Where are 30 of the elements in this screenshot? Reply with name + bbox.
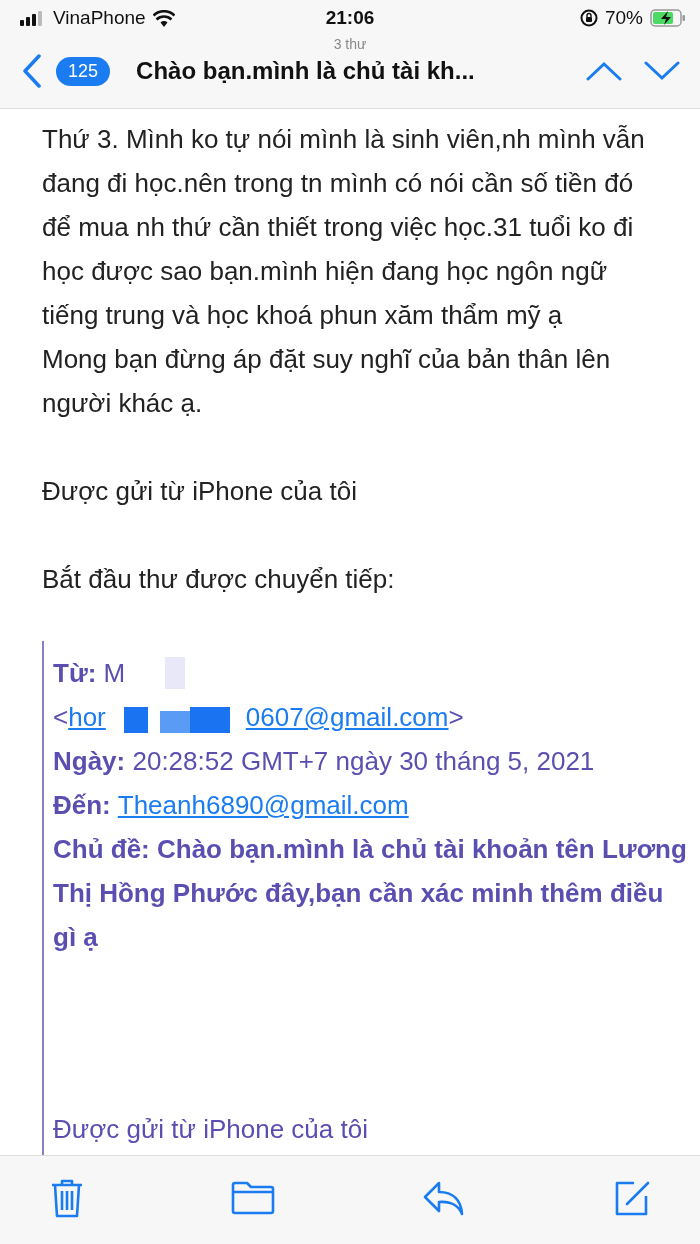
battery-charging-icon	[650, 9, 686, 27]
from-label: Từ:	[53, 657, 97, 690]
sender-email-link[interactable]: 0607@gmail.com	[245, 695, 449, 739]
clock-time: 21:06	[324, 7, 376, 29]
message-text: Mong bạn đừng áp đặt suy nghĩ của bản thân lên người khác ạ.	[42, 343, 612, 420]
bracket-text: <	[53, 701, 69, 734]
signature-text: Được gửi từ iPhone của tôi	[53, 1113, 369, 1146]
folder-icon[interactable]	[231, 1181, 276, 1215]
message-text: Bắt đầu thư được chuyển tiếp:	[42, 563, 396, 596]
rotation-lock-icon	[579, 9, 598, 27]
sender-name: M	[103, 657, 126, 690]
battery-percent: 70%	[604, 7, 643, 29]
message-text: Được gửi từ iPhone của tôi	[42, 475, 358, 508]
message-count: 3 thư	[333, 36, 367, 52]
date-line: Ngày: 20:28:52 GMT+7 ngày 30 tháng 5, 2021	[53, 745, 596, 778]
trash-icon[interactable]	[50, 1178, 84, 1218]
reply-icon[interactable]	[422, 1180, 465, 1216]
message-text: Thứ 3. Mình ko tự nói mình là sinh viên,nh mình vẫn đang đi học.nên trong tn mình có nói cần số tiền đó để mua nh thứ cần thiết trong việc học.31 tuổi ko đi học được sao bạn.mình hiện đang học ngôn ngữ tiếng trung và học khoá phun xăm thẩm mỹ ạ	[42, 123, 646, 332]
email-subject-title: Chào bạn.mình là chủ tài kh...	[136, 57, 476, 85]
recipient-email-link[interactable]: Theanh6890@gmail.com	[117, 783, 409, 827]
back-icon[interactable]	[22, 54, 42, 88]
to-label: Đến:	[53, 789, 111, 822]
chevron-up-icon[interactable]	[586, 61, 622, 81]
carrier-name: VinaPhone	[53, 7, 146, 29]
subject-line: Chủ đề: Chào bạn.mình là chủ tài khoản tên Lương Thị Hồng Phước đây,bạn cần xác minh thêm điều gì ạ	[53, 833, 688, 954]
sender-email-link[interactable]: hor	[68, 695, 106, 739]
bracket-text: >	[448, 701, 464, 734]
wifi-icon	[152, 9, 175, 27]
unread-badge[interactable]: 125	[56, 56, 111, 86]
chevron-down-icon[interactable]	[644, 61, 680, 81]
